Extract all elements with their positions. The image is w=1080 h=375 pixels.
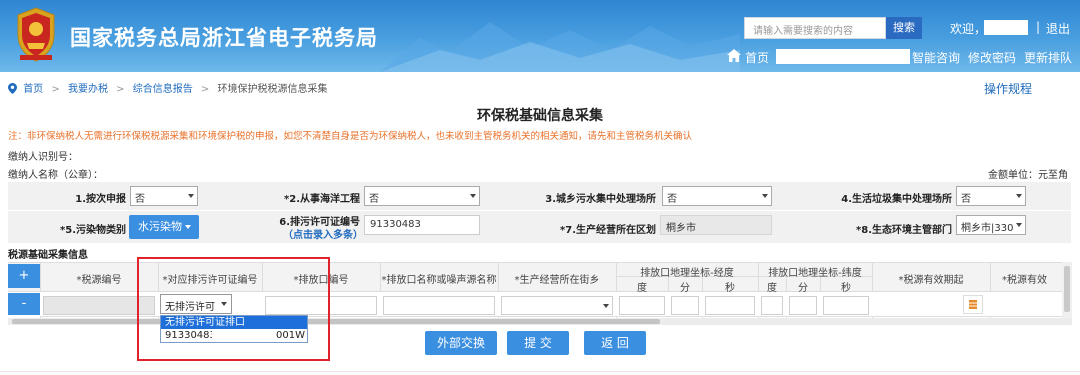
- chevron-down-icon: [1016, 194, 1022, 198]
- lon-min-input[interactable]: [671, 296, 699, 315]
- operation-guide-link[interactable]: 操作规程: [984, 80, 1032, 97]
- site-header: 国家税务总局浙江省电子税务局 请输入需要搜索的内容 搜索 欢迎， | 退出 首页…: [0, 0, 1080, 72]
- eco-dept-select[interactable]: 桐乡市|330: [956, 215, 1026, 235]
- external-exchange-button[interactable]: 外部交换: [425, 331, 497, 355]
- col-header-latitude: 排放口地理坐标-纬度: [768, 268, 862, 279]
- home-link[interactable]: 首页: [745, 49, 769, 66]
- chevron-down-icon: [470, 194, 476, 198]
- notice-text: 注：非环保纳税人无需进行环保税税源采集和环境保护税的申报，如您不清楚自身是否为环…: [8, 131, 693, 142]
- amount-unit-label: 金额单位：元至角: [988, 170, 1068, 181]
- footer-divider: [0, 371, 1080, 372]
- highlight-annotation-box: [137, 257, 330, 361]
- back-button[interactable]: 返 回: [584, 331, 646, 355]
- change-password-link[interactable]: 修改密码: [968, 49, 1016, 66]
- update-queue-link[interactable]: 更新排队: [1024, 49, 1072, 66]
- garbage-site-select[interactable]: 否: [956, 186, 1026, 206]
- breadcrumb-current: 环境保护税税源信息采集: [217, 84, 328, 95]
- col-header-valid-to: *税源有效: [1002, 275, 1047, 286]
- search-input[interactable]: 请输入需要搜索的内容: [744, 17, 886, 39]
- chevron-down-icon: [188, 194, 194, 198]
- chevron-down-icon: [762, 194, 768, 198]
- smart-consult-link[interactable]: 智能咨询: [912, 49, 960, 66]
- taxpayer-id-label: 缴纳人识别号：: [8, 152, 78, 163]
- field-label-per-filing: 1.按次申报: [75, 194, 126, 205]
- tax-emblem-icon: [17, 7, 55, 62]
- home-icon: [727, 49, 741, 62]
- chevron-down-icon: [603, 304, 609, 308]
- page-root: 国家税务总局浙江省电子税务局 请输入需要搜索的内容 搜索 欢迎， | 退出 首页…: [0, 0, 1080, 375]
- calendar-icon: [969, 300, 977, 309]
- location-pin-icon: [8, 83, 17, 94]
- section-title: 税源基础采集信息: [8, 250, 88, 261]
- chevron-down-icon: [185, 225, 191, 229]
- username-redacted: [984, 20, 1028, 35]
- breadcrumb-separator: >: [116, 84, 125, 95]
- chevron-down-icon: [1016, 223, 1022, 227]
- field-label-sewage-site: 3.城乡污水集中处理场所: [545, 194, 656, 205]
- field-label-eco-dept: *8.生态环境主管部门: [856, 225, 952, 236]
- add-row-button[interactable]: +: [8, 264, 40, 288]
- site-title: 国家税务总局浙江省电子税务局: [70, 26, 378, 50]
- page-title: 环保税基础信息采集: [477, 108, 603, 124]
- header-landscape-decoration: [380, 22, 740, 72]
- breadcrumb-separator: >: [51, 84, 60, 95]
- col-header-street: *生产经营所在街乡: [514, 275, 600, 286]
- pollutant-type-dropdown[interactable]: 水污染物: [129, 215, 199, 239]
- sewage-site-select[interactable]: 否: [662, 186, 772, 206]
- street-select[interactable]: [501, 296, 613, 315]
- ocean-engineering-value: 否: [369, 194, 379, 205]
- add-multiple-permits-link[interactable]: （点击录入多条）: [283, 226, 363, 241]
- lat-sec-input[interactable]: [823, 296, 869, 315]
- pollutant-type-value: 水污染物: [138, 220, 182, 233]
- field-label-region: *7.生产经营所在区划: [560, 225, 656, 236]
- taxpayer-name-label: 缴纳人名称（公章）：: [8, 170, 103, 181]
- col-header-longitude: 排放口地理坐标-经度: [640, 268, 734, 279]
- garbage-site-value: 否: [961, 194, 971, 205]
- col-header-valid-from: *税源有效期起: [898, 275, 964, 286]
- per-filing-select[interactable]: 否: [130, 186, 198, 206]
- per-filing-value: 否: [135, 194, 145, 205]
- field-label-ocean-engineering: *2.从事海洋工程: [284, 194, 360, 205]
- search-button[interactable]: 搜索: [886, 17, 922, 39]
- lat-deg-input[interactable]: [761, 296, 783, 315]
- welcome-text: 欢迎，: [950, 22, 987, 36]
- lon-sec-input[interactable]: [705, 296, 755, 315]
- submit-button[interactable]: 提 交: [507, 331, 569, 355]
- remove-row-button[interactable]: -: [8, 293, 40, 315]
- region-field: 桐乡市: [660, 215, 772, 235]
- permit-number-input[interactable]: 91330483: [364, 215, 480, 235]
- vertical-scroll-thumb[interactable]: [1064, 266, 1070, 312]
- sewage-site-value: 否: [667, 194, 677, 205]
- taxpayer-info-redacted: [776, 49, 910, 64]
- col-header-outlet-name: *排放口名称或噪声源名称: [381, 275, 497, 286]
- outlet-name-input[interactable]: [383, 296, 495, 315]
- lat-min-input[interactable]: [789, 296, 817, 315]
- breadcrumb-home[interactable]: 首页: [23, 84, 43, 95]
- breadcrumb: 首页 > 我要办税 > 综合信息报告 > 环境保护税税源信息采集: [8, 80, 327, 95]
- calendar-button[interactable]: [963, 295, 983, 314]
- lon-deg-input[interactable]: [619, 296, 665, 315]
- logout-link[interactable]: 退出: [1046, 20, 1070, 37]
- breadcrumb-separator: >: [200, 84, 210, 95]
- eco-dept-value: 桐乡市|330: [961, 223, 1014, 234]
- header-separator: |: [1036, 20, 1041, 34]
- ocean-engineering-select[interactable]: 否: [364, 186, 480, 206]
- breadcrumb-tax-affairs[interactable]: 我要办税: [68, 84, 108, 95]
- field-label-pollutant-type: *5.污染物类别: [60, 225, 126, 236]
- horizontal-scroll-thumb[interactable]: [12, 319, 660, 324]
- breadcrumb-info-report[interactable]: 综合信息报告: [133, 84, 193, 95]
- field-label-garbage-site: 4.生活垃圾集中处理场所: [841, 194, 952, 205]
